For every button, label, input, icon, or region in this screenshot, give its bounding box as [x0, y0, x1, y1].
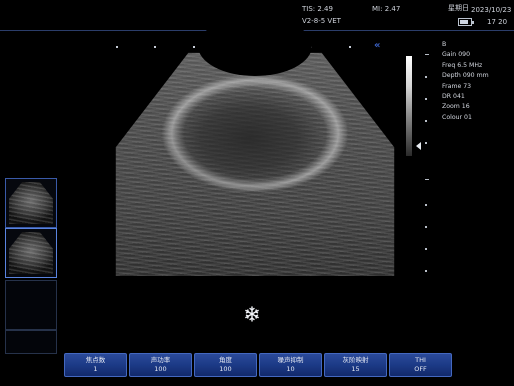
- menu-label: 声功率: [150, 356, 171, 364]
- menu-focus-count[interactable]: 焦点数 1: [64, 353, 127, 377]
- menu-value: 15: [351, 365, 360, 373]
- ultrasound-image[interactable]: [110, 16, 400, 276]
- menu-value: 100: [219, 365, 232, 373]
- menu-value: 10: [286, 365, 295, 373]
- depth-scale: [425, 54, 429, 284]
- menu-value: 1: [93, 365, 98, 373]
- menu-label: 灰阶映射: [342, 356, 369, 364]
- gain-value: Gain 090: [442, 51, 471, 59]
- imaging-parameters: B Gain 090 Freq 6.5 MHz Depth 090 mm Fra…: [442, 40, 489, 123]
- mode-label: B: [442, 41, 447, 48]
- thumbnail-4[interactable]: [5, 330, 57, 354]
- menu-angle[interactable]: 角度 100: [194, 353, 257, 377]
- grayscale-bar: [406, 56, 412, 156]
- menu-gray-map[interactable]: 灰阶映射 15: [324, 353, 387, 377]
- freq-value: Freq 6.5 MHz: [442, 61, 483, 69]
- zoom-value: Zoom 16: [442, 103, 470, 111]
- menu-acoustic-power[interactable]: 声功率 100: [129, 353, 192, 377]
- menu-label: 噪声抑制: [277, 356, 304, 364]
- thumbnail-1[interactable]: [5, 178, 57, 228]
- menu-label: THI: [415, 356, 426, 364]
- focus-marker-icon[interactable]: [416, 142, 421, 150]
- menu-value: OFF: [414, 365, 427, 373]
- colour-value: Colour 01: [442, 113, 472, 121]
- frame-value: Frame 73: [442, 82, 472, 90]
- dr-value: DR 041: [442, 93, 465, 101]
- depth-value: Depth 090 mm: [442, 72, 489, 80]
- menu-label: 焦点数: [85, 356, 106, 364]
- menu-value: 100: [154, 365, 167, 373]
- menu-label: 角度: [219, 356, 232, 364]
- thumbnail-3[interactable]: [5, 280, 57, 330]
- menu-thi[interactable]: THI OFF: [389, 353, 452, 377]
- snowflake-icon: [245, 306, 259, 322]
- menu-noise-reduction[interactable]: 噪声抑制 10: [259, 353, 322, 377]
- thumbnail-2[interactable]: [5, 228, 57, 278]
